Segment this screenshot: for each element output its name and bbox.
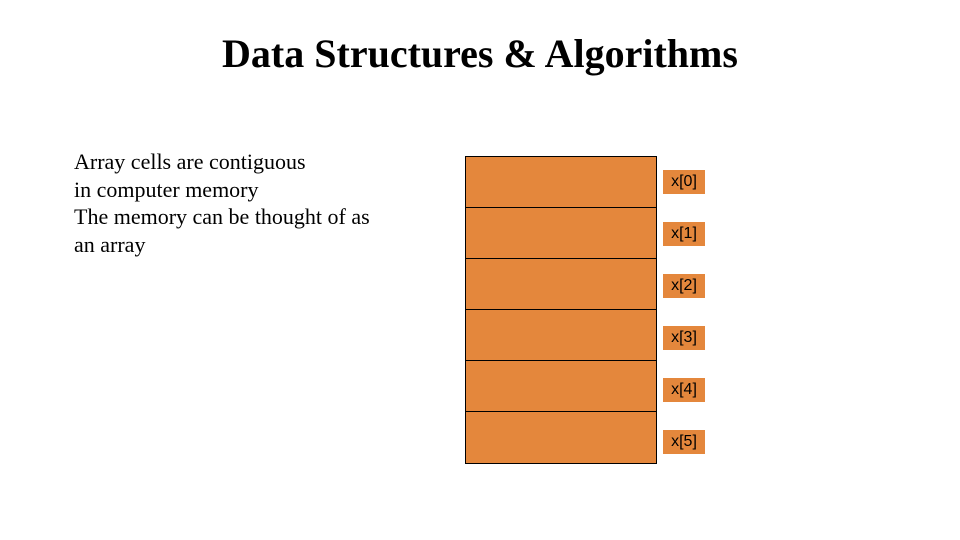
array-index-label: x[4]: [663, 378, 705, 402]
array-cell: [466, 310, 656, 361]
array-cell: [466, 157, 656, 208]
array-index-label: x[2]: [663, 274, 705, 298]
array-index-label: x[5]: [663, 430, 705, 454]
array-stack: [465, 156, 657, 464]
array-index-label: x[1]: [663, 222, 705, 246]
array-cell: [466, 259, 656, 310]
array-index-label: x[0]: [663, 170, 705, 194]
array-labels: x[0] x[1] x[2] x[3] x[4] x[5]: [663, 156, 705, 482]
array-cell: [466, 361, 656, 412]
slide-body-text: Array cells are contiguous in computer m…: [74, 148, 384, 258]
array-cell: [466, 208, 656, 259]
array-index-label: x[3]: [663, 326, 705, 350]
array-cell: [466, 412, 656, 463]
slide: Data Structures & Algorithms Array cells…: [0, 0, 960, 540]
slide-title: Data Structures & Algorithms: [0, 30, 960, 77]
